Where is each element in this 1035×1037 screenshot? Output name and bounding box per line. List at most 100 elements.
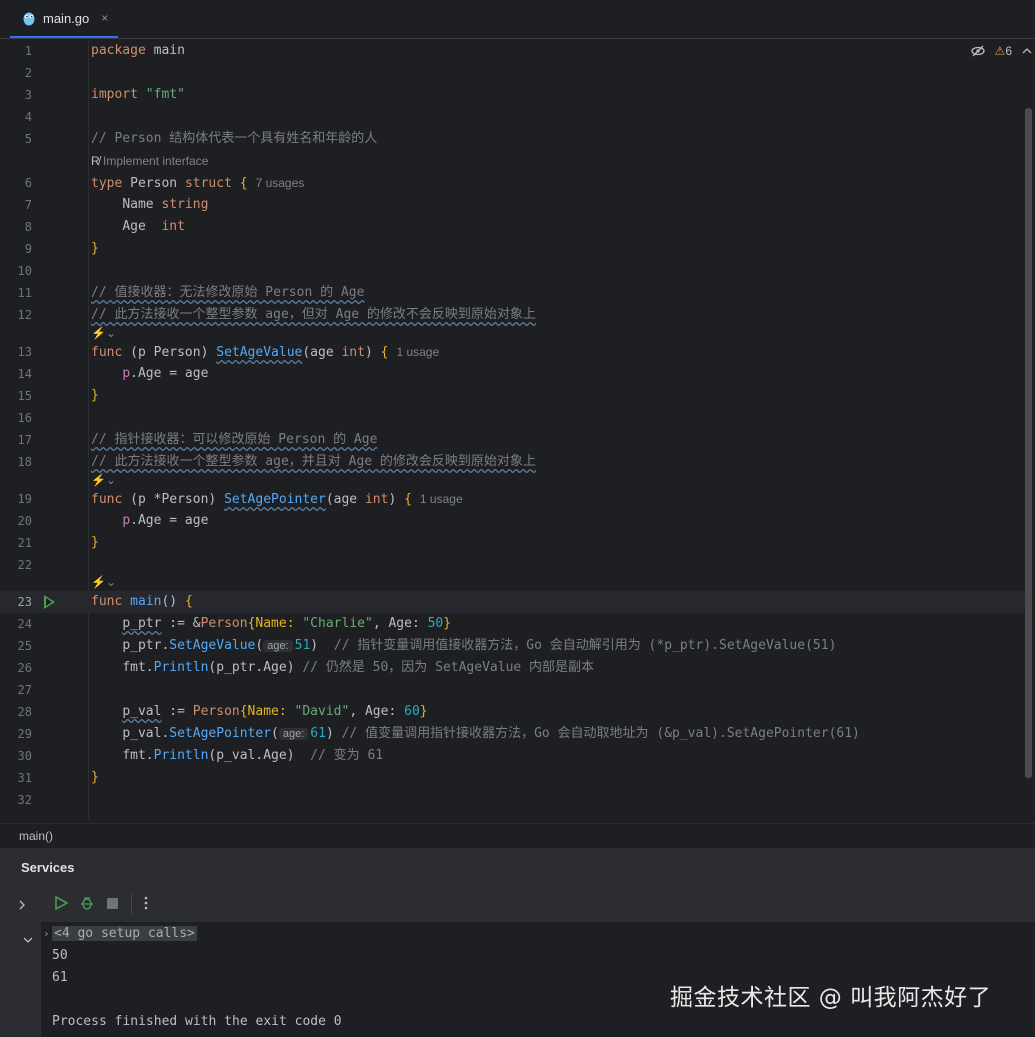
line-number: 15	[17, 389, 32, 403]
code-line: 25 p_ptr.SetAgeValue(age: 51) // 指针变量调用值接…	[0, 635, 1025, 657]
code-line: 20 p.Age = age	[0, 510, 1025, 532]
breadcrumb[interactable]: main()	[0, 823, 1035, 848]
code-line: 22	[0, 554, 1025, 576]
line-number: 26	[17, 661, 32, 675]
usages-link[interactable]: 1 usage	[396, 345, 439, 359]
services-toolbar	[41, 886, 1035, 923]
code-line: 14 p.Age = age	[0, 363, 1025, 385]
tab-filename: main.go	[43, 10, 90, 26]
code-line: 18 // 此方法接收一个整型参数 age，并且对 Age 的修改会反映到原始对象…	[0, 451, 1025, 473]
code-text: fmt.Println(p_ptr.Age) // 仍然是 50，因为 SetA…	[122, 660, 595, 675]
code-text: func main() {	[91, 594, 193, 609]
chevron-right-icon[interactable]	[18, 900, 26, 910]
code-line: 31}	[0, 767, 1025, 789]
stop-icon[interactable]	[107, 898, 118, 909]
console-line: 50	[52, 948, 68, 963]
code-line: 30 fmt.Println(p_val.Age) // 变为 61	[0, 745, 1025, 767]
line-number: 31	[17, 771, 32, 785]
line-number: 12	[17, 308, 32, 322]
line-number: 9	[24, 242, 32, 256]
ai-action-icon[interactable]: ⚡⌄	[91, 473, 116, 487]
services-title: Services	[21, 860, 75, 875]
watermark: 掘金技术社区 @ 叫我阿杰好了	[670, 985, 992, 1011]
line-number: 8	[24, 220, 32, 234]
tab-close-icon[interactable]: ×	[101, 11, 108, 25]
code-line: 11 // 值接收器：无法修改原始 Person 的 Age	[0, 282, 1025, 304]
comment: // 值接收器：无法修改原始 Person 的 Age	[91, 285, 365, 300]
debug-icon[interactable]	[80, 896, 94, 910]
code-text: p_val.SetAgePointer(age: 61) // 值变量调用指针接收…	[122, 726, 860, 741]
parameter-hint: age:	[263, 640, 293, 652]
code-line: 9}	[0, 238, 1025, 260]
tab-main-go[interactable]: main.go ×	[10, 0, 118, 38]
code-line: 17 // 指针接收器：可以修改原始 Person 的 Age	[0, 429, 1025, 451]
inlay-hint-row: ⚡⌄	[0, 473, 1025, 489]
console-line: 61	[52, 970, 68, 985]
line-number: 7	[24, 198, 32, 212]
code-line: 3 import "fmt"	[0, 84, 1025, 106]
line-number: 10	[17, 264, 32, 278]
chevron-down-icon[interactable]	[23, 936, 33, 944]
inlay-hint-row: ⚡⌄	[0, 575, 1025, 591]
code-text: p.Age = age	[122, 513, 209, 528]
code-text: type Person struct {7 usages	[91, 176, 305, 191]
breadcrumb-item[interactable]: main()	[19, 829, 53, 843]
usages-link[interactable]: 7 usages	[256, 176, 305, 190]
code-line: 26 fmt.Println(p_ptr.Age) // 仍然是 50，因为 S…	[0, 657, 1025, 679]
line-number: 13	[17, 345, 32, 359]
run-icon[interactable]	[54, 896, 68, 910]
line-number: 21	[17, 536, 32, 550]
setup-calls-fold[interactable]: <4 go setup calls>	[52, 926, 197, 941]
console-line: <4 go setup calls>	[52, 923, 197, 945]
line-number: 1	[24, 44, 32, 58]
code-line: 28 p_val := Person{Name: "David", Age: 6…	[0, 701, 1025, 723]
code-line: 13 func (p Person) SetAgeValue(age int) {…	[0, 341, 1025, 363]
code-text: }	[91, 388, 99, 403]
code-line: 10	[0, 260, 1025, 282]
line-number: 17	[17, 433, 32, 447]
inlay-hint-row: R̸ Implement interface	[0, 150, 1025, 172]
ai-action-icon[interactable]: ⚡⌄	[91, 575, 116, 589]
code-text: package main	[91, 43, 185, 58]
more-vertical-icon[interactable]	[142, 896, 150, 910]
line-number: 5	[24, 132, 32, 146]
comment: // 此方法接收一个整型参数 age，并且对 Age 的修改会反映到原始对象上	[91, 454, 536, 469]
parameter-hint: age:	[278, 728, 309, 740]
chevron-right-icon[interactable]: ›	[43, 923, 50, 945]
line-number: 32	[17, 793, 32, 807]
code-line: 1 package main	[0, 40, 1025, 62]
code-text: p_ptr := &Person{Name: "Charlie", Age: 5…	[122, 616, 452, 631]
editor-tab-bar: main.go ×	[0, 0, 1035, 39]
code-text: func (p *Person) SetAgePointer(age int) …	[91, 492, 463, 507]
services-tree-gutter	[0, 886, 41, 1037]
line-number: 4	[24, 110, 32, 124]
editor-scrollbar[interactable]	[1025, 108, 1032, 778]
code-line: 16	[0, 407, 1025, 429]
ai-action-icon[interactable]: ⚡⌄	[91, 326, 116, 340]
code-line: 8 Age int	[0, 216, 1025, 238]
inlay-hint-row: ⚡⌄	[0, 326, 1025, 342]
line-number: 18	[17, 455, 32, 469]
toolbar-separator	[131, 894, 132, 914]
line-number: 20	[17, 514, 32, 528]
code-text: Name string	[122, 197, 209, 212]
line-number: 2	[24, 66, 32, 80]
usages-link[interactable]: 1 usage	[420, 492, 463, 506]
implement-interface-hint[interactable]: R̸ Implement interface	[91, 150, 208, 172]
code-line: 19 func (p *Person) SetAgePointer(age int…	[0, 488, 1025, 510]
run-icon[interactable]	[44, 595, 55, 609]
line-number: 22	[17, 558, 32, 572]
code-text: fmt.Println(p_val.Age) // 变为 61	[122, 748, 384, 763]
line-number: 16	[17, 411, 32, 425]
comment: // 此方法接收一个整型参数 age，但对 Age 的修改不会反映到原始对象上	[91, 307, 536, 322]
comment: // 指针接收器：可以修改原始 Person 的 Age	[91, 432, 378, 447]
code-line: 7 Name string	[0, 194, 1025, 216]
code-line: 27	[0, 679, 1025, 701]
go-gopher-icon	[23, 12, 35, 26]
code-line: 5 // Person 结构体代表一个具有姓名和年龄的人	[0, 128, 1025, 150]
code-line-current: 23 func main() {	[0, 591, 1025, 613]
code-editor[interactable]: ⚠6 1 package main 2 3 import "fmt" 4 5// P…	[0, 40, 1035, 820]
code-text: func (p Person) SetAgeValue(age int) {1 …	[91, 345, 440, 360]
code-text: }	[91, 770, 99, 785]
code-text: p_ptr.SetAgeValue(age: 51) // 指针变量调用值接收器方…	[122, 638, 837, 653]
